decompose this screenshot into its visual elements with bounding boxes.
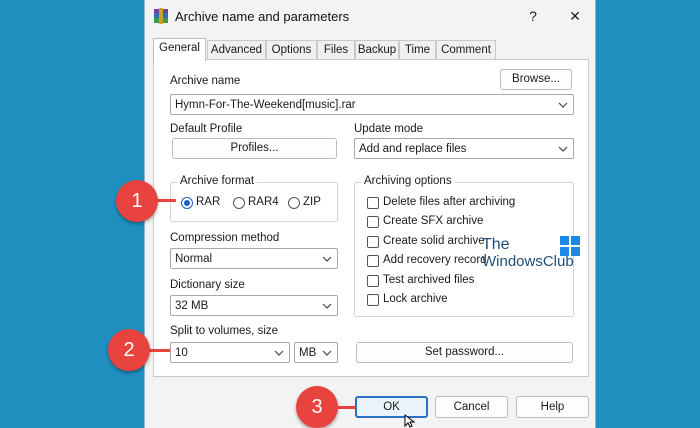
callout-pointer-2 [148,349,170,352]
compression-method-value: Normal [175,252,213,265]
archive-format-group: Archive format RAR RAR4 ZIP [170,175,338,222]
radio-rar[interactable] [181,197,193,209]
help-button[interactable]: Help [516,396,589,418]
compression-method-select[interactable]: Normal [170,248,338,269]
windows-logo-icon [560,236,580,256]
radio-rar4-label: RAR4 [248,196,279,208]
tab-files[interactable]: Files [317,40,355,60]
checkbox-test-archived-label: Test archived files [383,274,475,286]
dialog-window: Archive name and parameters ? ✕ General … [144,0,596,428]
tab-options[interactable]: Options [266,40,317,60]
checkbox-create-sfx[interactable] [367,216,379,228]
general-panel: Archive name Browse... Hymn-For-The-Week… [153,59,589,377]
checkbox-solid-archive[interactable] [367,236,379,248]
split-volumes-label: Split to volumes, size [170,325,279,337]
chevron-down-icon [322,350,332,356]
chevron-down-icon [558,102,568,108]
dictionary-size-value: 32 MB [175,299,209,312]
set-password-button[interactable]: Set password... [356,342,573,363]
radio-rar4[interactable] [233,197,245,209]
callout-badge-3: 3 [296,386,338,428]
tab-advanced[interactable]: Advanced [207,40,266,60]
checkbox-solid-archive-label: Create solid archive [383,235,485,247]
close-button[interactable]: ✕ [561,5,589,27]
checkbox-recovery-record-label: Add recovery record [383,254,487,266]
checkbox-lock-archive[interactable] [367,294,379,306]
archive-name-label: Archive name [170,75,241,87]
split-size-value: 10 [175,346,188,359]
callout-badge-1: 1 [116,180,158,222]
chevron-down-icon [558,146,568,152]
window-title: Archive name and parameters [175,9,350,24]
archive-name-field[interactable]: Hymn-For-The-Weekend[music].rar [170,94,574,115]
split-size-input[interactable]: 10 [170,342,290,363]
browse-button[interactable]: Browse... [500,69,572,90]
checkbox-delete-files[interactable] [367,197,379,209]
tab-general[interactable]: General [153,38,206,61]
dictionary-size-select[interactable]: 32 MB [170,295,338,316]
radio-rar-label: RAR [196,196,221,208]
help-title-button[interactable]: ? [519,5,547,27]
checkbox-lock-archive-label: Lock archive [383,293,448,305]
profiles-button[interactable]: Profiles... [172,138,337,159]
radio-zip-label: ZIP [303,196,321,208]
winrar-icon [154,8,168,24]
checkbox-recovery-record[interactable] [367,255,379,267]
split-unit-select[interactable]: MB [294,342,338,363]
archive-name-value: Hymn-For-The-Weekend[music].rar [175,98,356,111]
chevron-down-icon [274,350,284,356]
cancel-button[interactable]: Cancel [435,396,508,418]
update-mode-value: Add and replace files [359,142,467,155]
dictionary-size-label: Dictionary size [170,279,245,291]
checkbox-test-archived[interactable] [367,275,379,287]
callout-pointer-1 [156,199,176,202]
checkbox-create-sfx-label: Create SFX archive [383,215,484,227]
tab-backup[interactable]: Backup [355,40,399,60]
chevron-down-icon [322,256,332,262]
callout-badge-2: 2 [108,329,150,371]
mouse-cursor-icon [404,414,416,428]
ok-button[interactable]: OK [355,396,428,418]
update-mode-select[interactable]: Add and replace files [354,138,574,159]
tab-comment[interactable]: Comment [436,40,496,60]
tab-bar: General Advanced Options Files Backup Ti… [153,38,593,61]
checkbox-delete-files-label: Delete files after archiving [383,196,516,208]
compression-method-label: Compression method [170,232,280,244]
update-mode-label: Update mode [354,123,424,135]
split-unit-value: MB [299,346,317,359]
default-profile-label: Default Profile [170,123,243,135]
title-bar[interactable]: Archive name and parameters ? ✕ [145,0,595,34]
tab-time[interactable]: Time [399,40,436,60]
chevron-down-icon [322,303,332,309]
archiving-options-title: Archiving options [361,175,455,187]
radio-zip[interactable] [288,197,300,209]
archive-format-title: Archive format [177,175,258,187]
